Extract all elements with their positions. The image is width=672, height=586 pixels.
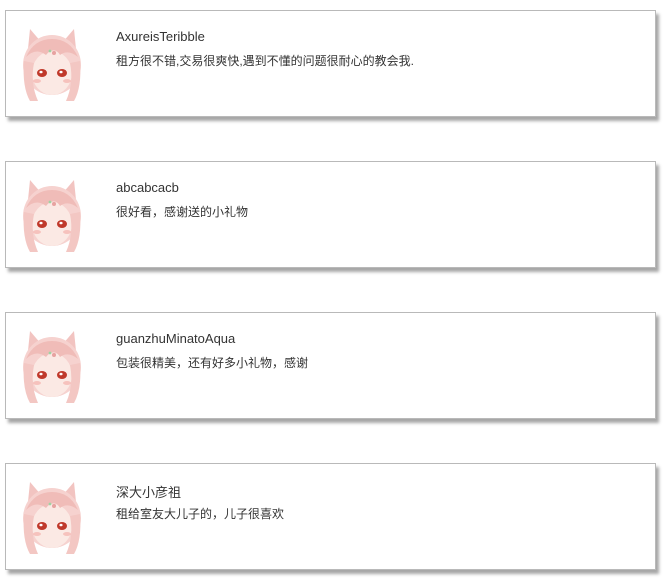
review-card: guanzhuMinatoAqua 包装很精美，还有好多小礼物，感谢 xyxy=(5,312,656,419)
review-comment: 租给室友大儿子的，儿子很喜欢 xyxy=(116,507,285,521)
review-list: AxureisTeribble 租方很不错,交易很爽快,遇到不懂的问题很耐心的教… xyxy=(0,0,672,586)
review-username: guanzhuMinatoAqua xyxy=(116,331,236,346)
review-card: 深大小彦祖 租给室友大儿子的，儿子很喜欢 xyxy=(5,463,656,570)
anime-girl-avatar-icon xyxy=(20,27,84,101)
review-username: AxureisTeribble xyxy=(116,29,205,44)
review-comment: 包装很精美，还有好多小礼物，感谢 xyxy=(116,356,309,370)
anime-girl-avatar-icon xyxy=(20,329,84,403)
review-card: AxureisTeribble 租方很不错,交易很爽快,遇到不懂的问题很耐心的教… xyxy=(5,10,656,117)
review-card: abcabcacb 很好看，感谢送的小礼物 xyxy=(5,161,656,268)
review-comment: 租方很不错,交易很爽快,遇到不懂的问题很耐心的教会我. xyxy=(116,54,415,68)
anime-girl-avatar-icon xyxy=(20,178,84,252)
review-username: 深大小彦祖 xyxy=(116,485,182,500)
anime-girl-avatar-icon xyxy=(20,480,84,554)
review-username: abcabcacb xyxy=(116,180,179,195)
review-comment: 很好看，感谢送的小礼物 xyxy=(116,205,249,219)
